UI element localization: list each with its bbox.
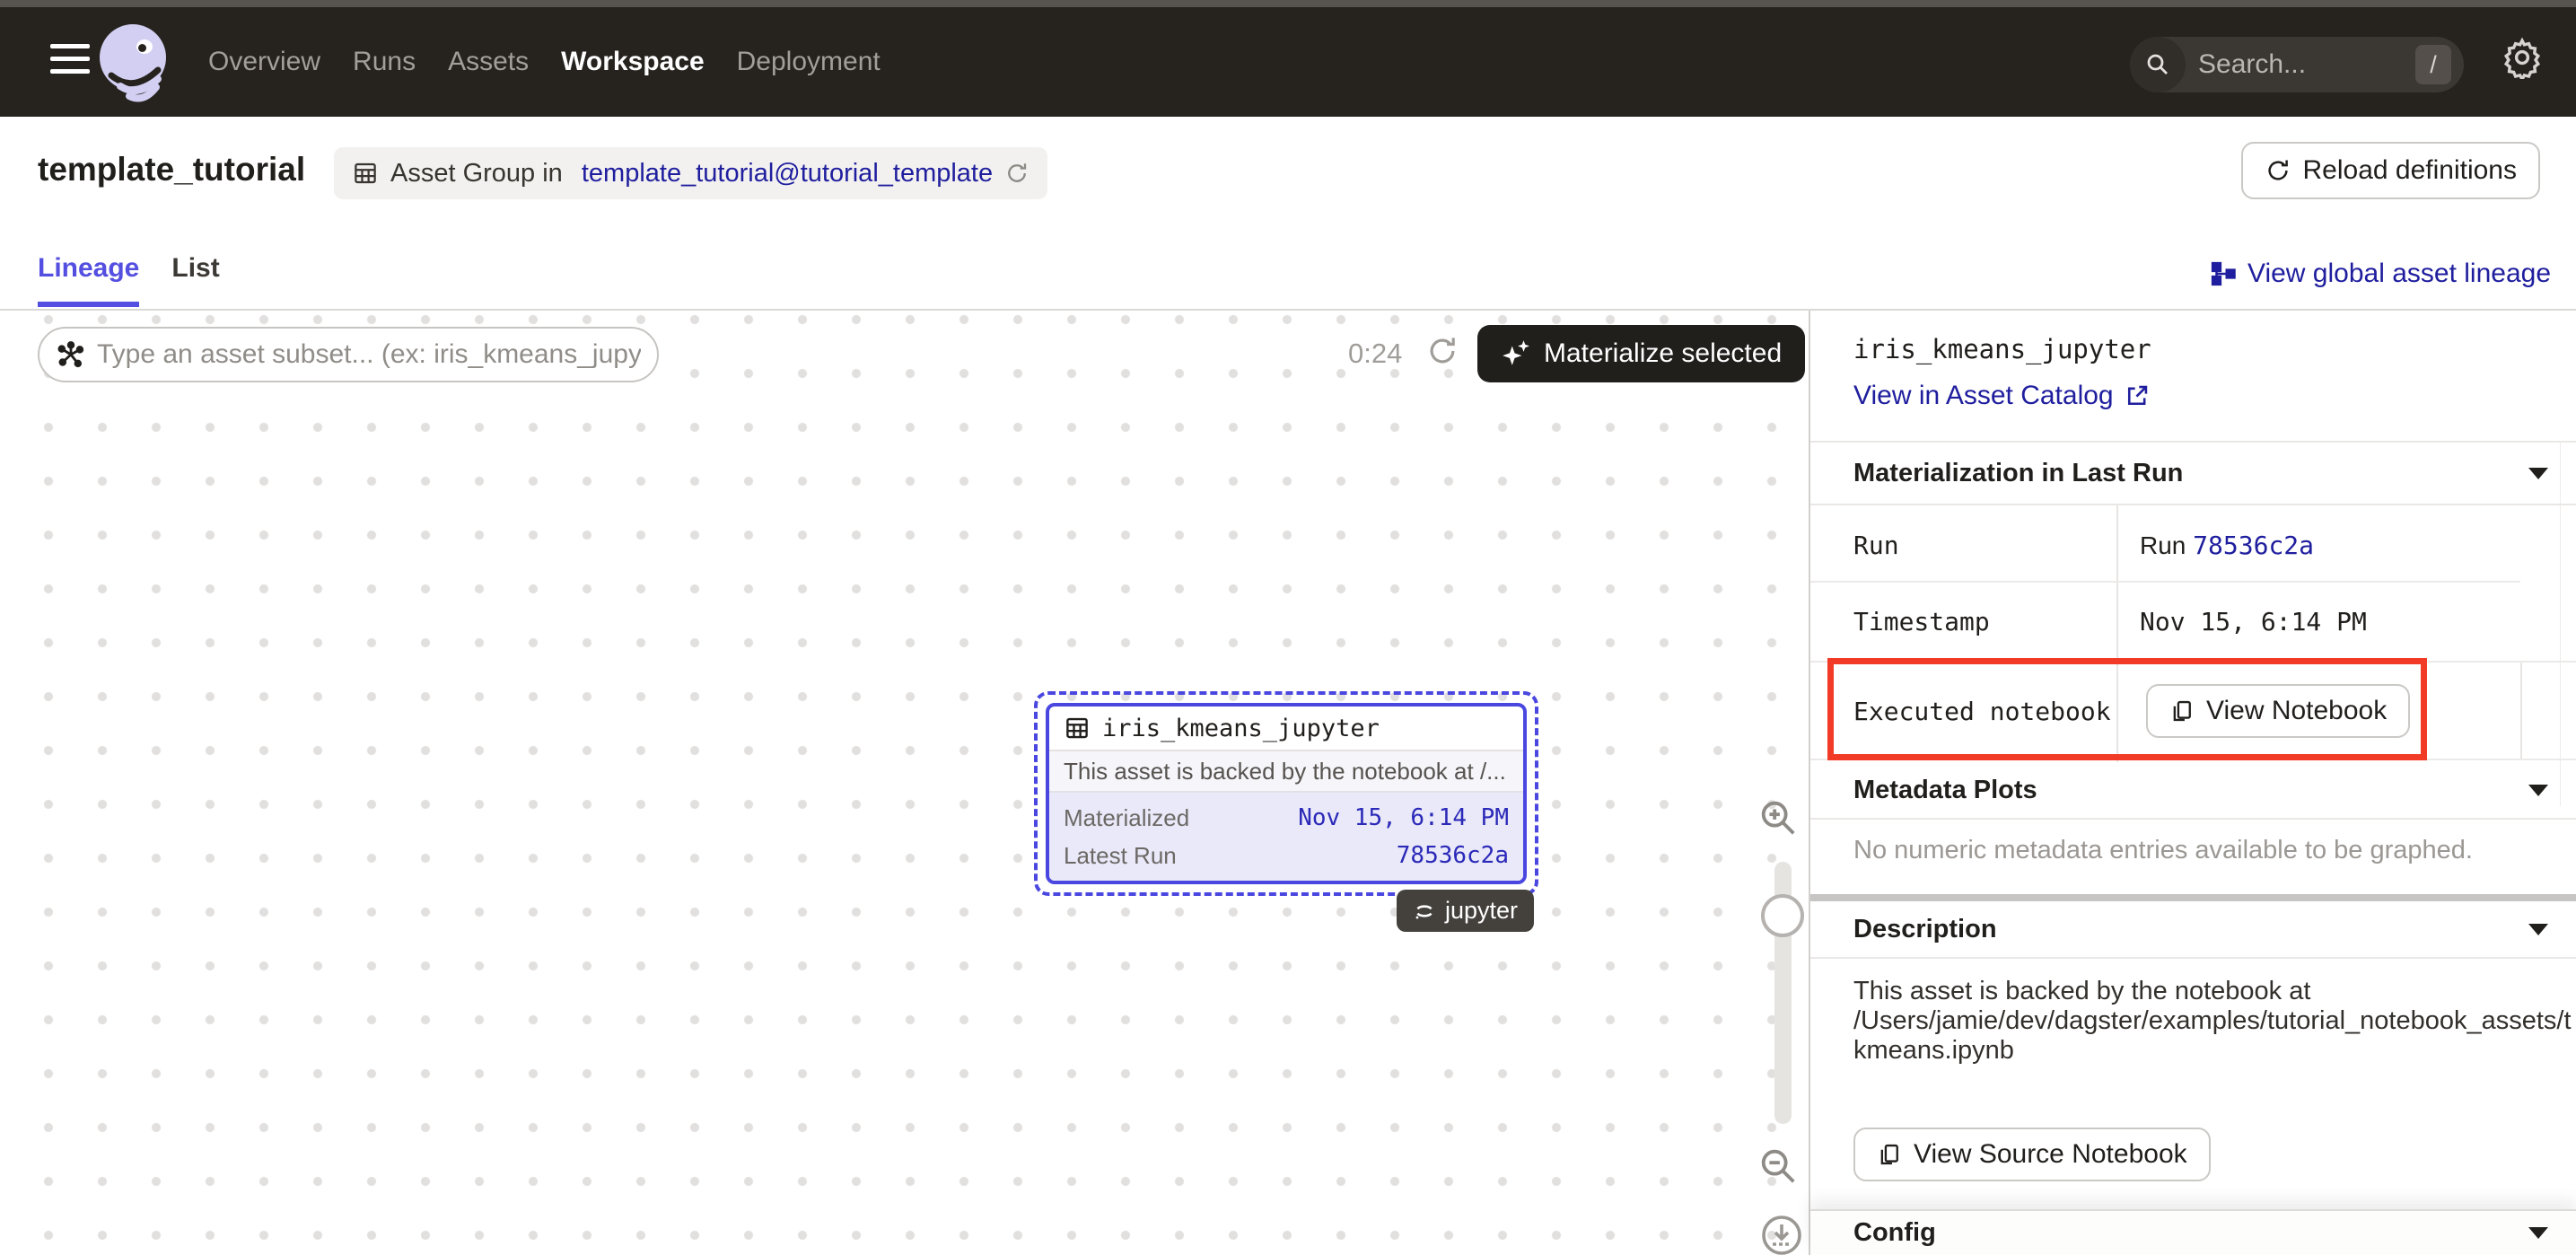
notebook-icon bbox=[2169, 698, 2195, 724]
materialize-selected-button[interactable]: Materialize selected bbox=[1477, 325, 1805, 382]
timestamp-value: Nov 15, 6:14 PM bbox=[2140, 607, 2367, 636]
nav-item-runs[interactable]: Runs bbox=[353, 47, 416, 77]
reload-icon bbox=[2265, 157, 2291, 184]
compute-kind-tag-jupyter[interactable]: jupyter bbox=[1397, 890, 1534, 932]
external-link-icon bbox=[2125, 383, 2150, 408]
breadcrumb-repo-link[interactable]: template_tutorial@tutorial_template bbox=[582, 159, 993, 189]
nav-item-workspace[interactable]: Workspace bbox=[561, 47, 705, 77]
lineage-canvas[interactable]: 0:24 Materialize selected bbox=[0, 311, 1810, 1255]
asset-table-icon bbox=[1064, 715, 1091, 742]
jupyter-icon bbox=[1413, 900, 1436, 923]
breadcrumb-prefix: Asset Group in bbox=[390, 159, 570, 189]
materialization-heading: Materialization in Last Run bbox=[1853, 459, 2183, 488]
chevron-down-icon bbox=[2528, 923, 2549, 936]
timestamp-key: Timestamp bbox=[1853, 607, 1990, 636]
asset-node-stats: Materialized Nov 15, 6:14 PM Latest Run … bbox=[1049, 793, 1523, 884]
asset-subset-input[interactable] bbox=[97, 339, 641, 370]
latest-run-value[interactable]: 78536c2a bbox=[1397, 842, 1509, 869]
jupyter-tag-label: jupyter bbox=[1445, 897, 1518, 925]
row-divider bbox=[1810, 759, 2576, 760]
description-line: This asset is backed by the notebook at bbox=[1853, 977, 2554, 1006]
zoom-slider-thumb[interactable] bbox=[1761, 894, 1804, 937]
reload-definitions-label: Reload definitions bbox=[2303, 155, 2518, 186]
global-lineage-label: View global asset lineage bbox=[2247, 259, 2551, 289]
section-materialization-last-run[interactable]: Materialization in Last Run bbox=[1810, 443, 2576, 505]
run-id-link[interactable]: 78536c2a bbox=[2193, 531, 2314, 560]
description-line: kmeans.ipynb bbox=[1853, 1036, 2554, 1066]
lineage-graph-icon bbox=[2210, 260, 2237, 287]
metadata-plots-heading: Metadata Plots bbox=[1853, 776, 2037, 805]
panel-splitter[interactable] bbox=[1810, 894, 2576, 901]
zoom-to-fit-icon[interactable] bbox=[1760, 1214, 1803, 1255]
breadcrumb-reload-icon[interactable] bbox=[1004, 161, 1030, 186]
global-search[interactable]: Search... / bbox=[2130, 37, 2464, 92]
run-value: Run 78536c2a bbox=[2140, 531, 2314, 560]
chevron-down-icon bbox=[2528, 1226, 2549, 1240]
run-key: Run bbox=[1853, 531, 1899, 560]
table-column-divider bbox=[2116, 505, 2118, 762]
graph-filter-icon bbox=[56, 339, 86, 370]
view-tabs: Lineage List bbox=[38, 253, 220, 307]
materialized-label: Materialized bbox=[1064, 804, 1189, 832]
table-row3-divider bbox=[2520, 663, 2522, 760]
menu-icon[interactable] bbox=[50, 44, 90, 74]
config-heading: Config bbox=[1853, 1218, 1936, 1248]
page-title: template_tutorial bbox=[38, 151, 305, 189]
zoom-out-icon[interactable] bbox=[1757, 1145, 1799, 1187]
asset-node-description: This asset is backed by the notebook at … bbox=[1049, 751, 1523, 793]
window-edge bbox=[0, 0, 2576, 7]
reload-definitions-button[interactable]: Reload definitions bbox=[2241, 142, 2541, 199]
gear-icon[interactable] bbox=[2501, 36, 2544, 79]
materialize-label: Materialize selected bbox=[1544, 338, 1782, 369]
chevron-down-icon bbox=[2528, 467, 2549, 480]
view-notebook-label: View Notebook bbox=[2206, 696, 2387, 726]
dagster-logo-icon[interactable] bbox=[93, 20, 174, 102]
catalog-link-label: View in Asset Catalog bbox=[1853, 381, 2114, 411]
view-notebook-button[interactable]: View Notebook bbox=[2146, 684, 2410, 738]
refresh-timer: 0:24 bbox=[1348, 338, 1402, 370]
executed-notebook-key: Executed notebook bbox=[1853, 697, 2111, 726]
section-description[interactable]: Description bbox=[1810, 901, 2576, 959]
asset-node-iris-kmeans-jupyter[interactable]: iris_kmeans_jupyter This asset is backed… bbox=[1046, 703, 1527, 884]
metadata-empty-text: No numeric metadata entries available to… bbox=[1853, 836, 2473, 865]
chevron-down-icon bbox=[2528, 784, 2549, 797]
primary-nav: Overview Runs Assets Workspace Deploymen… bbox=[208, 7, 881, 117]
view-source-notebook-label: View Source Notebook bbox=[1914, 1139, 2187, 1170]
description-heading: Description bbox=[1853, 915, 1997, 944]
view-global-asset-lineage-link[interactable]: View global asset lineage bbox=[2210, 259, 2551, 289]
breadcrumb: Asset Group in template_tutorial@tutoria… bbox=[334, 147, 1047, 199]
refresh-icon[interactable] bbox=[1425, 334, 1459, 368]
view-source-notebook-button[interactable]: View Source Notebook bbox=[1853, 1128, 2211, 1181]
view-in-asset-catalog-link[interactable]: View in Asset Catalog bbox=[1853, 381, 2150, 411]
section-metadata-plots[interactable]: Metadata Plots bbox=[1810, 762, 2576, 820]
row-divider bbox=[1810, 581, 2520, 583]
notebook-icon bbox=[1877, 1142, 1902, 1167]
materialized-value[interactable]: Nov 15, 6:14 PM bbox=[1298, 804, 1509, 831]
section-config[interactable]: Config bbox=[1810, 1209, 2576, 1255]
zoom-in-icon[interactable] bbox=[1757, 797, 1799, 838]
asset-subset-filter[interactable] bbox=[38, 327, 659, 382]
description-line: /Users/jamie/dev/dagster/examples/tutori… bbox=[1853, 1006, 2554, 1036]
search-placeholder: Search... bbox=[2198, 49, 2415, 80]
latest-run-label: Latest Run bbox=[1064, 842, 1177, 870]
description-text: This asset is backed by the notebook at … bbox=[1853, 977, 2554, 1066]
panel-asset-name: iris_kmeans_jupyter bbox=[1853, 334, 2151, 364]
dagster-app: Overview Runs Assets Workspace Deploymen… bbox=[0, 0, 2576, 1255]
run-value-prefix: Run bbox=[2140, 531, 2193, 559]
row-divider bbox=[1810, 661, 2576, 663]
asset-node-name: iris_kmeans_jupyter bbox=[1102, 715, 1380, 742]
top-nav-bar: Overview Runs Assets Workspace Deploymen… bbox=[0, 0, 2576, 117]
sparkle-icon bbox=[1501, 338, 1531, 369]
nav-item-overview[interactable]: Overview bbox=[208, 47, 320, 77]
tab-lineage[interactable]: Lineage bbox=[38, 253, 139, 307]
asset-sidebar-panel: iris_kmeans_jupyter View in Asset Catalo… bbox=[1810, 311, 2576, 1255]
nav-item-deployment[interactable]: Deployment bbox=[737, 47, 881, 77]
asset-group-icon bbox=[352, 160, 379, 187]
nav-item-assets[interactable]: Assets bbox=[448, 47, 529, 77]
tab-list[interactable]: List bbox=[171, 253, 219, 307]
asset-node-selection[interactable]: iris_kmeans_jupyter This asset is backed… bbox=[1034, 691, 1538, 896]
search-shortcut-badge: / bbox=[2415, 45, 2451, 84]
search-icon bbox=[2130, 37, 2186, 92]
